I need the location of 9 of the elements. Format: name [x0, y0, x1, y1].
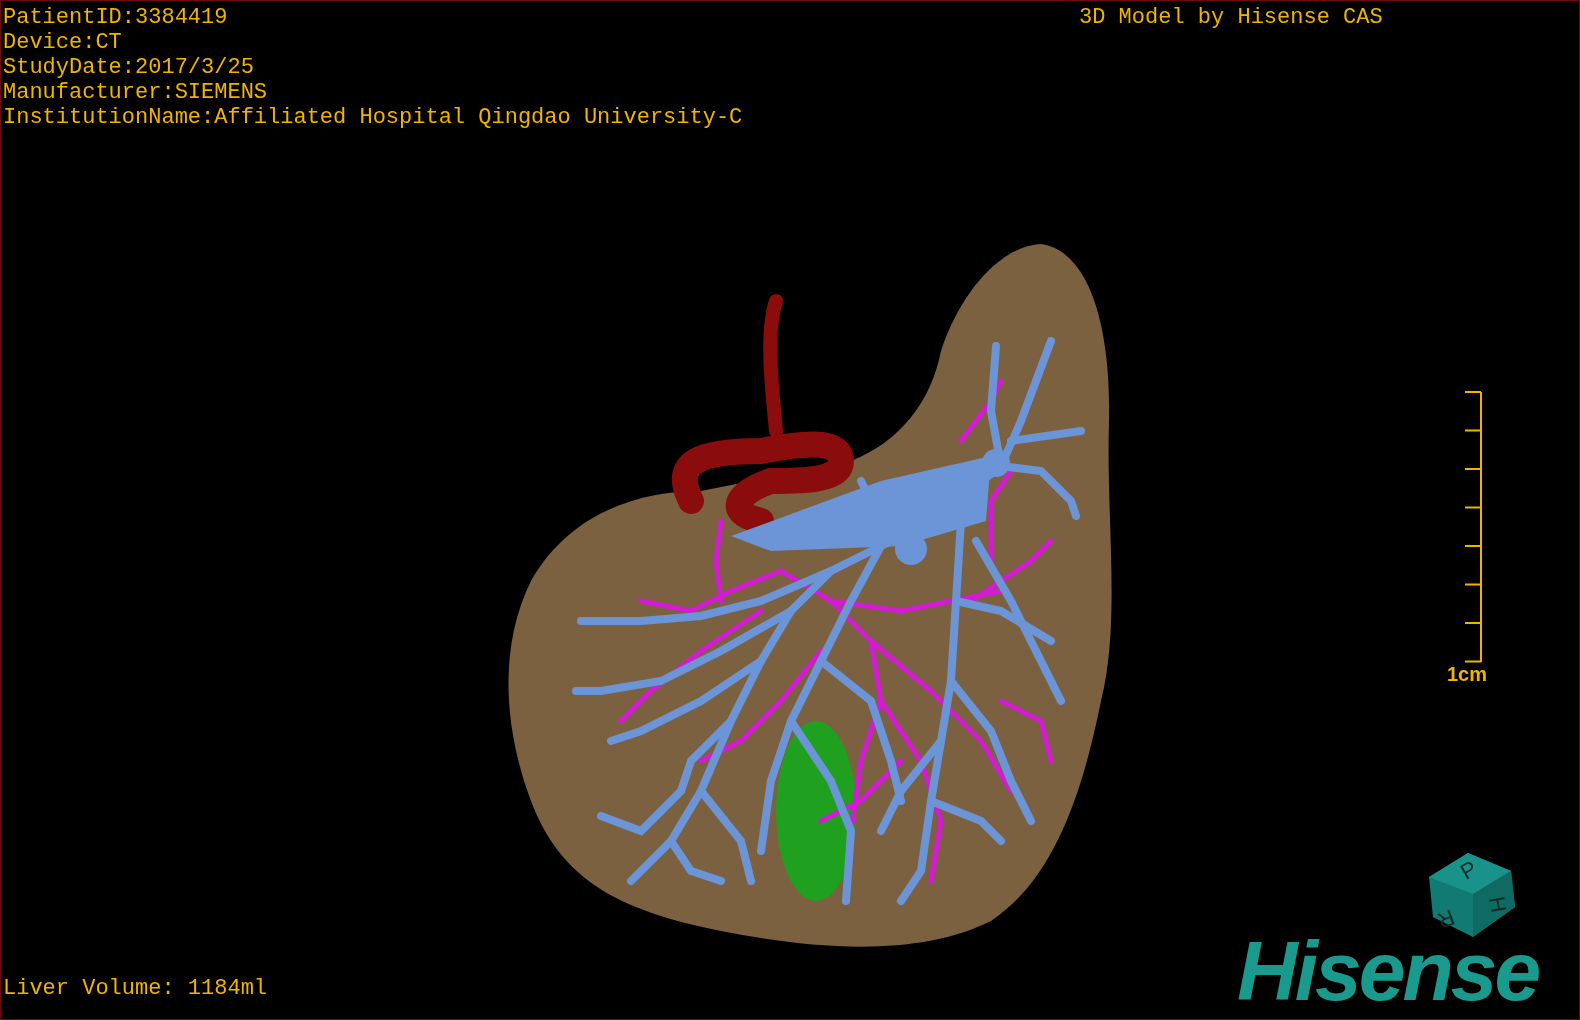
- patient-info-text: InstitutionName:Affiliated Hospital Qingdao University-C: [3, 105, 743, 130]
- patient-info-text: Device:CT: [3, 30, 123, 55]
- patient-info-text: PatientID:3384419: [3, 5, 229, 30]
- viewer-title: 3D Model by Hisense CAS: [1079, 5, 1383, 30]
- logo: Hisense: [1237, 929, 1539, 1013]
- patient-info-text: Manufacturer:SIEMENS: [3, 80, 269, 105]
- liver-volume-text: Liver Volume: 1184ml: [3, 976, 268, 1001]
- scale-label: 1cm: [1447, 663, 1488, 686]
- patient-info-text: StudyDate:2017/3/25: [3, 55, 255, 80]
